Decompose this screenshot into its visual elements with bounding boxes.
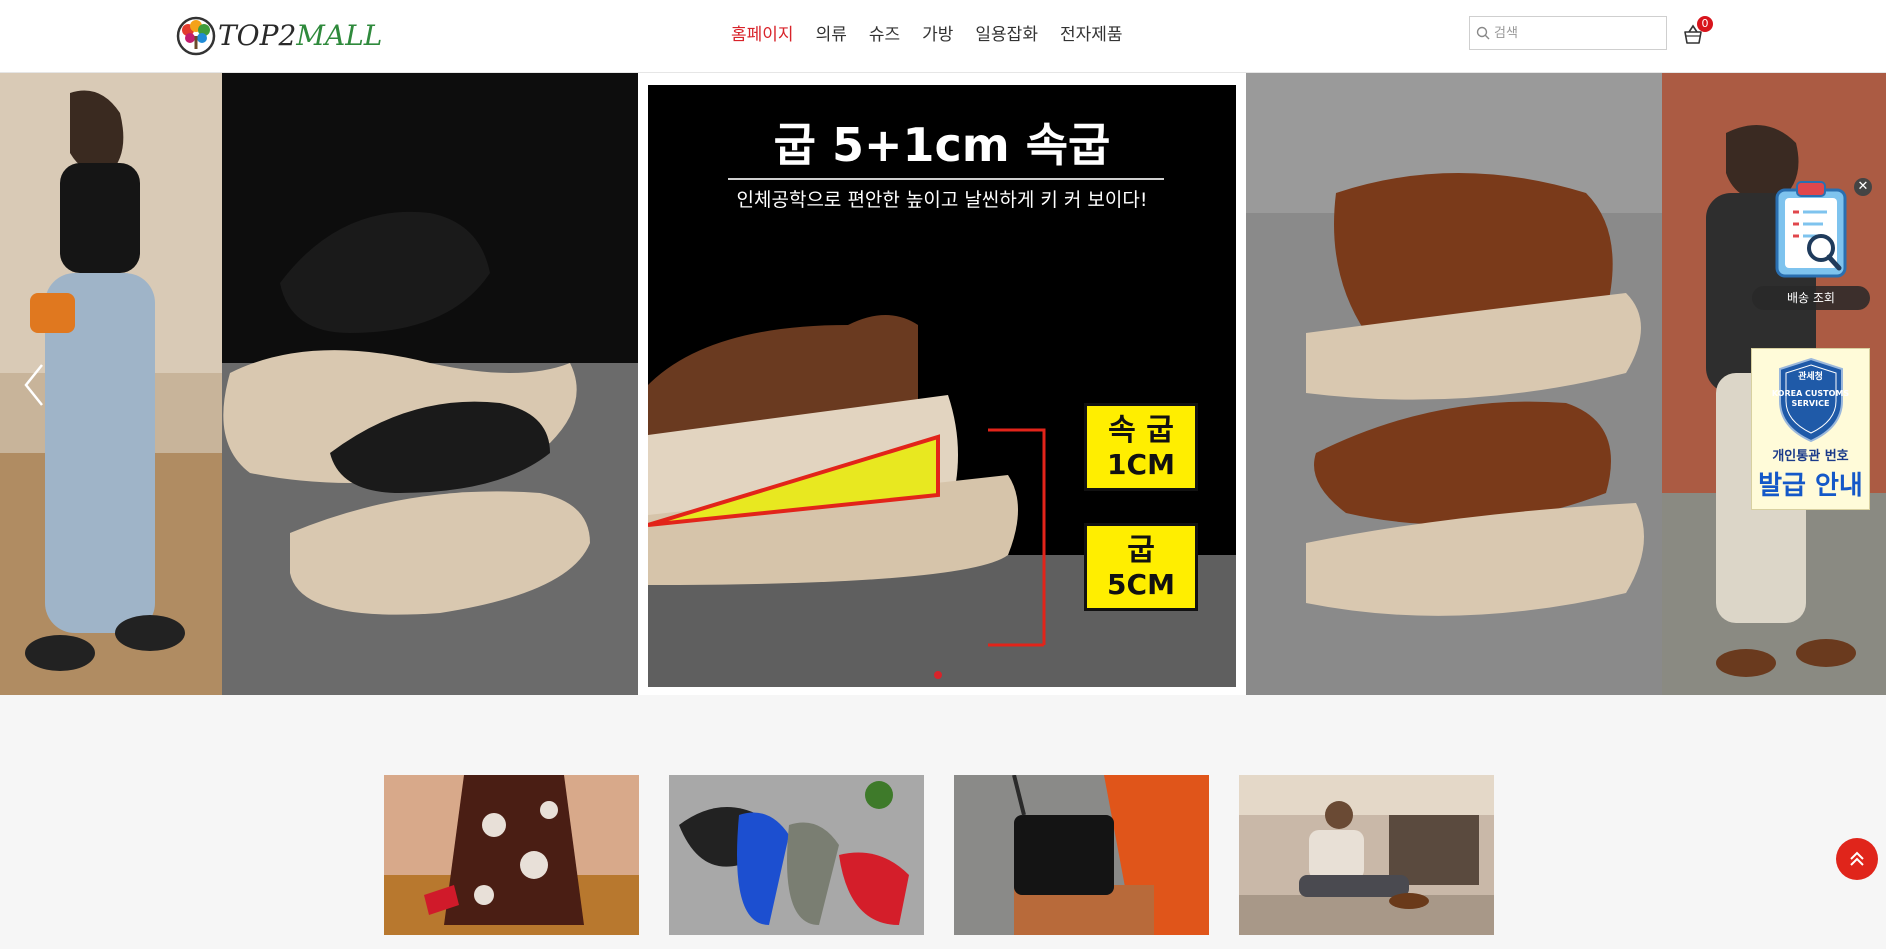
nav-item-clothing[interactable]: 의류: [805, 20, 858, 50]
bag-photo-icon: [954, 775, 1209, 935]
customs-agency-english: KOREA CUSTOMS SERVICE: [1771, 389, 1850, 408]
ad-subline: 인체공학으로 편안한 높이고 날씬하게 키 커 보이다!: [736, 189, 1148, 211]
sandals-photo-icon: [669, 775, 924, 935]
men-shoes-photo-icon: [1239, 775, 1494, 935]
main-nav: 홈페이지 의류 슈즈 가방 일용잡화 전자제품: [720, 20, 1134, 50]
banner-left-image: [0, 73, 638, 695]
banner-slide-center: 굽 5+1cm 속굽 인체공학으로 편안한 높이고 날씬하게 키 커 보이다! …: [638, 73, 1246, 695]
widget-close-icon[interactable]: ✕: [1854, 178, 1872, 196]
search-icon[interactable]: [1476, 26, 1490, 40]
slider-dots: [934, 671, 942, 679]
ad-label-insole-value: 1CM: [1107, 448, 1175, 481]
category-tile-bags[interactable]: [954, 775, 1209, 935]
banner-slide-left: [0, 73, 638, 695]
delivery-tracking-label: 배송 조회: [1752, 286, 1870, 310]
logo-tree-icon: [176, 16, 216, 56]
category-tile-clothing[interactable]: [384, 775, 639, 935]
customs-line-2: 발급 안내: [1758, 471, 1863, 501]
customs-number-guide-banner[interactable]: 관세청 KOREA CUSTOMS SERVICE 개인통관 번호 발급 안내: [1751, 348, 1870, 510]
category-tile-shoes[interactable]: [669, 775, 924, 935]
customs-line-1: 개인통관 번호: [1772, 449, 1849, 464]
hero-banner[interactable]: 굽 5+1cm 속굽 인체공학으로 편안한 높이고 날씬하게 키 커 보이다! …: [0, 73, 1886, 695]
scroll-to-top-button[interactable]: [1836, 838, 1878, 880]
ad-label-insole-title: 속 굽: [1108, 413, 1174, 448]
site-logo[interactable]: TOP2MALL: [176, 16, 382, 56]
logo-text-mall: MALL: [296, 19, 383, 52]
delivery-tracking-widget[interactable]: 배송 조회: [1752, 178, 1870, 312]
search-box: [1469, 16, 1667, 50]
slider-prev-arrow-icon[interactable]: [20, 361, 48, 409]
ad-label-heel-title: 굽: [1127, 533, 1155, 568]
nav-item-shoes[interactable]: 슈즈: [858, 20, 911, 50]
nav-item-electronics[interactable]: 전자제품: [1049, 20, 1134, 50]
logo-text-top2: TOP2: [218, 19, 297, 52]
double-chevron-up-icon: [1850, 851, 1864, 866]
category-tile-men-shoes[interactable]: [1239, 775, 1494, 935]
slider-dot[interactable]: [934, 671, 942, 679]
customs-agency-name: 관세청: [1798, 372, 1823, 382]
nav-item-bags[interactable]: 가방: [911, 20, 964, 50]
clipboard-search-icon: [1775, 181, 1847, 278]
ad-label-heel-value: 5CM: [1107, 568, 1175, 601]
ad-divider: [728, 178, 1164, 180]
cart-count-badge: 0: [1697, 16, 1713, 32]
skirt-photo-icon: [384, 775, 639, 935]
ad-headline: 굽 5+1cm 속굽: [773, 118, 1111, 172]
cart-button[interactable]: 0: [1682, 16, 1713, 48]
nav-item-daily-goods[interactable]: 일용잡화: [964, 20, 1049, 50]
site-header: TOP2MALL 홈페이지 의류 슈즈 가방 일용잡화 전자제품 0: [0, 0, 1886, 73]
ad-panel: 굽 5+1cm 속굽 인체공학으로 편안한 높이고 날씬하게 키 커 보이다! …: [648, 85, 1236, 687]
search-input[interactable]: [1492, 18, 1656, 48]
nav-item-home[interactable]: 홈페이지: [720, 20, 805, 50]
ad-label-insole: 속 굽 1CM: [1084, 403, 1198, 491]
ad-label-heel: 굽 5CM: [1084, 523, 1198, 611]
